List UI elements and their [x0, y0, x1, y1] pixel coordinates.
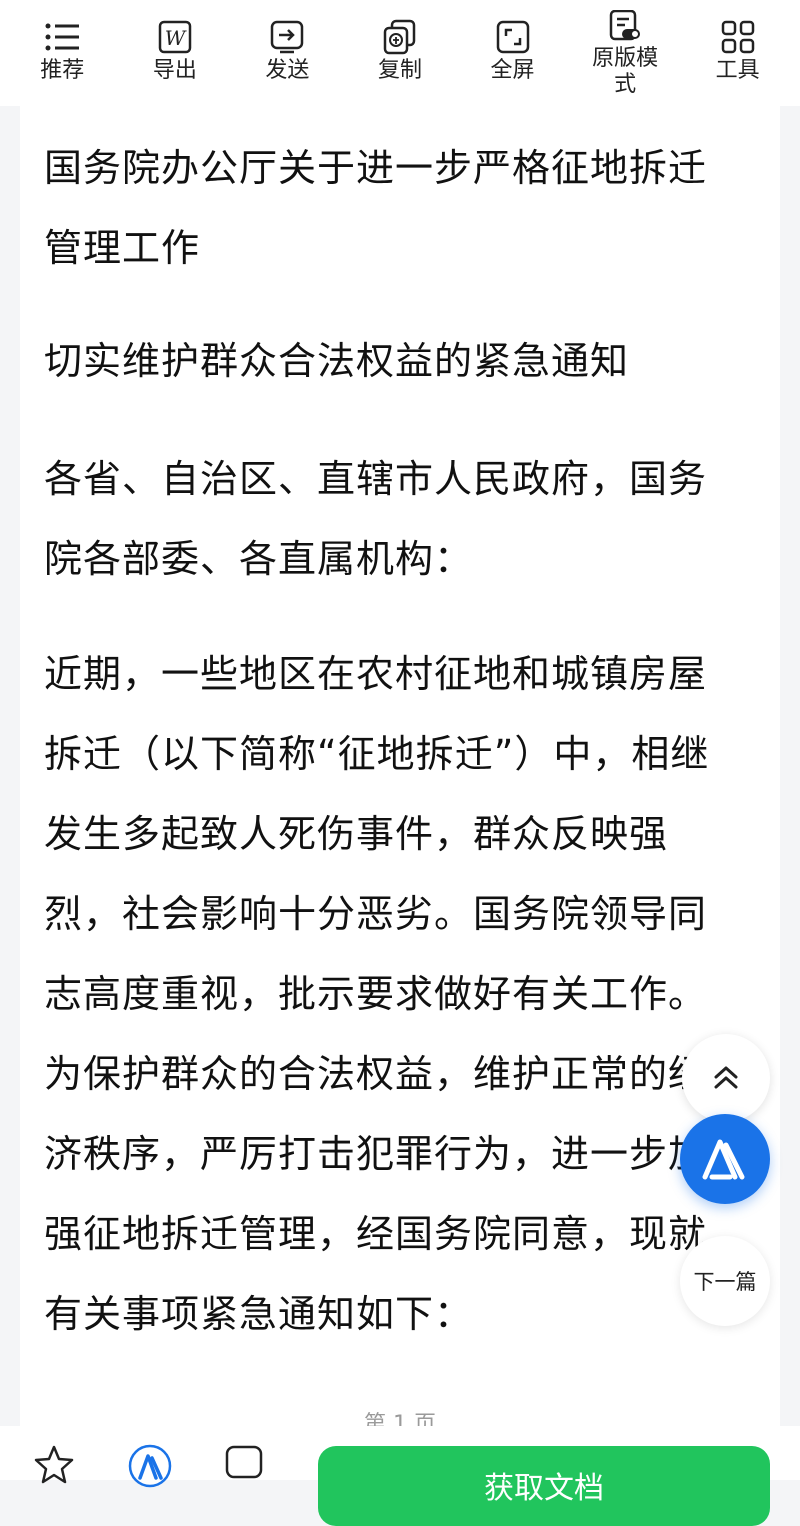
toolbar-tools-button[interactable]: 工具 [684, 8, 792, 84]
toolbar-send-label: 发送 [265, 58, 310, 83]
toolbar-fullscreen-button[interactable]: 全屏 [459, 8, 567, 84]
scroll-top-button[interactable] [682, 1034, 770, 1122]
star-icon[interactable] [34, 1444, 74, 1484]
toolbar-copy-label: 复制 [377, 58, 422, 83]
toolbar-recommend-button[interactable]: 推荐 [8, 8, 116, 84]
toolbar-original-mode-button[interactable]: 原版模式 [571, 8, 679, 98]
toolbar-tools-label: 工具 [715, 58, 760, 83]
doc-body-paragraph: 近期，一些地区在农村征地和城镇房屋拆迁（以下简称“征地拆迁”）中，相继发生多起致… [44, 652, 710, 1336]
toolbar-original-mode-label: 原版模式 [592, 46, 659, 97]
window-icon[interactable] [224, 1444, 264, 1484]
ai-tab-icon[interactable] [128, 1444, 172, 1488]
toolbar-recommend-label: 推荐 [40, 58, 85, 83]
get-document-button[interactable]: 获取文档 [318, 1446, 770, 1526]
copy-icon [381, 18, 419, 56]
toolbar-copy-button[interactable]: 复制 [346, 8, 454, 84]
next-article-button[interactable]: 下一篇 [680, 1236, 770, 1326]
word-export-icon: W [156, 18, 194, 56]
list-icon [43, 18, 81, 56]
toolbar-export-button[interactable]: W 导出 [121, 8, 229, 84]
fullscreen-icon [494, 18, 532, 56]
ai-assistant-button[interactable] [680, 1114, 770, 1204]
bottom-bar: 获取文档 [0, 1426, 800, 1526]
doc-title-line-2: 切实维护群众合法权益的紧急通知 [44, 339, 630, 383]
doc-title-line-1: 国务院办公厅关于进一步严格征地拆迁管理工作 [44, 146, 708, 270]
document-page[interactable]: 国务院办公厅关于进一步严格征地拆迁管理工作 切实维护群众合法权益的紧急通知 各省… [20, 106, 780, 1436]
svg-text:W: W [165, 26, 187, 50]
ai-logo-icon [702, 1139, 745, 1180]
grid-icon [719, 18, 757, 56]
send-icon [268, 18, 306, 56]
doc-addressee: 各省、自治区、直辖市人民政府，国务院各部委、各直属机构： [44, 457, 708, 581]
original-mode-icon [606, 8, 644, 44]
toolbar-fullscreen-label: 全屏 [490, 58, 535, 83]
toolbar-export-label: 导出 [152, 58, 197, 83]
top-toolbar: 推荐 W 导出 发送 复制 全屏 原版模式 工具 [0, 0, 800, 106]
toolbar-send-button[interactable]: 发送 [233, 8, 341, 84]
double-chevron-up-icon [714, 1066, 738, 1089]
